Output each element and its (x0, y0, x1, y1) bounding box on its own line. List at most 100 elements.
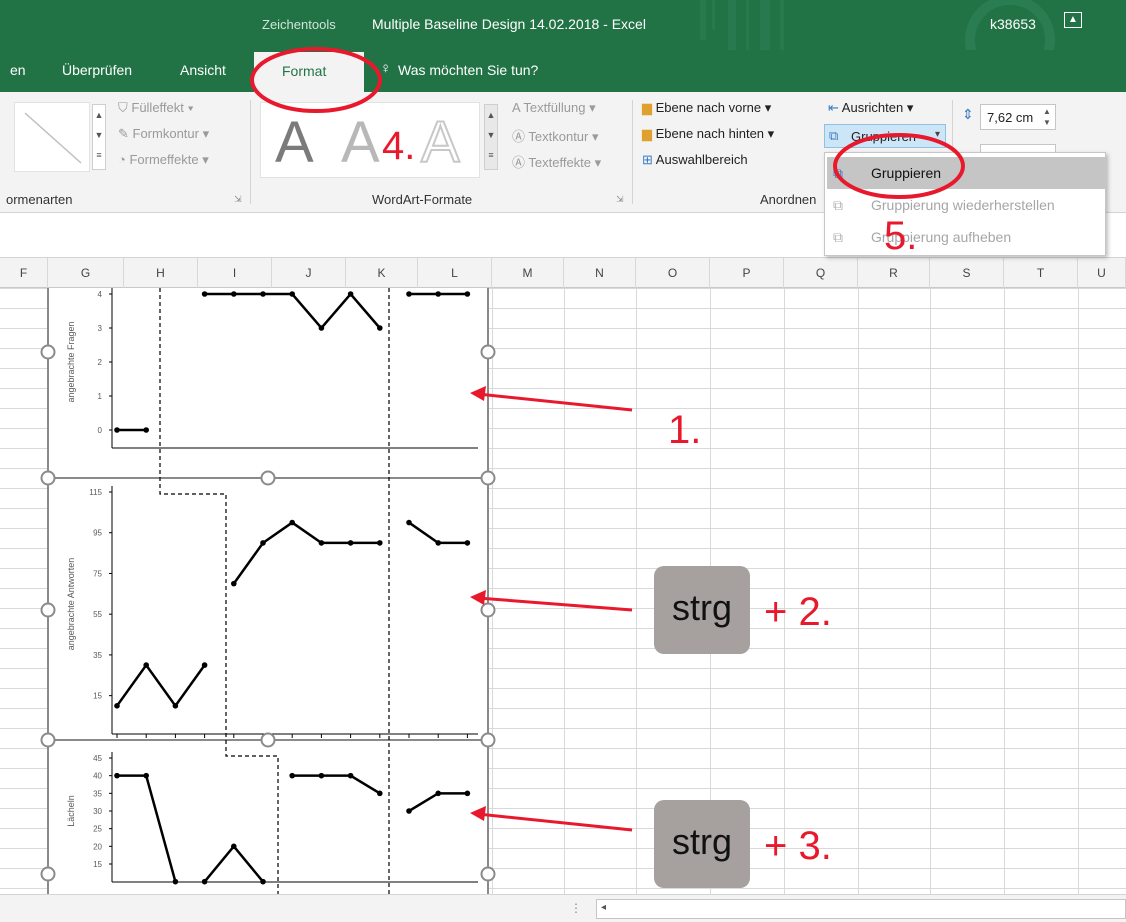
resize-handle (40, 732, 56, 748)
tab-view[interactable]: Ansicht (180, 62, 226, 78)
shape-effects-button[interactable]: ◔ Formeffekte ▾ (118, 152, 209, 168)
tab-review[interactable]: Überprüfen (62, 62, 132, 78)
menu-item-group[interactable]: ⧉ Gruppieren (827, 157, 1105, 189)
wordart-style-2[interactable]: A (341, 109, 380, 176)
data-point (143, 662, 149, 668)
data-point (201, 291, 208, 297)
y-tick-label: 4 (98, 290, 103, 299)
gallery-scroll[interactable]: ▲ ▼ ≡ (92, 104, 106, 170)
tell-me-input[interactable]: Was möchten Sie tun? (398, 62, 538, 78)
align-icon: ⇤ (828, 100, 842, 115)
data-point (289, 291, 296, 297)
chart-group[interactable]: 0 1 2 3 4 angebrachte Fragen 15 35 55 75 95 115 ange… (0, 258, 1126, 894)
data-point (289, 772, 296, 779)
wordart-group-label: WordArt-Formate (372, 192, 473, 207)
tab-partial[interactable]: en (10, 62, 26, 78)
y-tick-label: 45 (93, 754, 102, 763)
group-button[interactable]: ⧉ Gruppieren ▾ (824, 124, 946, 148)
y-tick-label: 1 (98, 392, 103, 401)
data-point (201, 878, 208, 885)
align-button[interactable]: ⇤ Ausrichten ▾ (828, 100, 913, 116)
y-axis-label: Lächeln (66, 795, 76, 827)
chart-frame (47, 288, 489, 479)
status-bar: ⋮ ◂ (0, 894, 1126, 922)
ribbon-display-options-icon[interactable]: ▲ (1064, 12, 1082, 28)
y-tick-label: 95 (93, 529, 102, 538)
group-button-label: Gruppieren (851, 129, 917, 144)
selection-pane-icon: ⊞ (642, 152, 656, 167)
resize-handle (480, 602, 496, 618)
data-point (114, 427, 120, 433)
text-effects-button[interactable]: Ⓐ Texteffekte ▾ (512, 152, 601, 171)
shape-height-input[interactable]: 7,62 cm ▲ ▼ (980, 104, 1056, 130)
group-separator (632, 100, 633, 204)
data-point (347, 291, 354, 297)
data-point (172, 878, 179, 885)
menu-item-ungroup[interactable]: ⧉ Gruppierung aufheben (827, 221, 1105, 253)
y-tick-label: 2 (98, 358, 103, 367)
resize-handle (260, 732, 276, 748)
wordart-style-1[interactable]: A (275, 109, 314, 176)
resize-handle (40, 602, 56, 618)
data-point (260, 291, 266, 297)
y-tick-label: 115 (89, 488, 102, 497)
step-5-label: 5. (884, 214, 918, 258)
data-point (435, 540, 442, 546)
y-tick-label: 3 (98, 324, 103, 333)
line-style-icon (24, 112, 82, 164)
selection-pane-button[interactable]: ⊞ Auswahlbereich (642, 152, 748, 168)
wordart-style-3[interactable]: A (420, 109, 461, 176)
group-icon: ⧉ (829, 128, 839, 143)
key-strg-badge: strg (654, 800, 750, 888)
resize-handle (40, 470, 56, 486)
chart-frame (47, 739, 489, 894)
send-backward-button[interactable]: ▆ Ebene nach hinten ▾ (642, 126, 774, 142)
y-axis-label: angebrachte Fragen (66, 321, 76, 402)
step-2-label: + 2. (764, 590, 832, 634)
wordart-gallery-scroll[interactable]: ▲ ▼ ≡ (484, 104, 498, 170)
ungroup-icon: ⧉ (833, 229, 843, 245)
dialog-launcher-icon[interactable]: ⇲ (234, 194, 242, 205)
y-tick-label: 35 (93, 789, 102, 798)
data-point (464, 540, 471, 546)
split-handle-icon[interactable]: ⋮ (570, 901, 582, 915)
excel-window: Zeichentools Multiple Baseline Design 14… (0, 0, 1126, 922)
data-point (201, 662, 208, 668)
group-separator (250, 100, 251, 204)
height-spinner[interactable]: ▲ ▼ (1043, 106, 1051, 128)
data-point (114, 772, 120, 779)
chart-frame (47, 477, 489, 741)
arrange-group-label: Anordnen (760, 192, 817, 207)
horizontal-scrollbar[interactable]: ◂ (596, 899, 1126, 919)
y-tick-label: 25 (93, 825, 102, 834)
key-strg-badge: strg (654, 566, 750, 654)
resize-handle (260, 470, 276, 486)
title-bar: Zeichentools Multiple Baseline Design 14… (0, 0, 1126, 85)
y-tick-label: 75 (93, 569, 102, 578)
data-point (231, 291, 237, 297)
wordart-gallery[interactable]: A A A (260, 102, 480, 178)
user-name[interactable]: k38653 (990, 16, 1036, 32)
data-point (143, 772, 149, 779)
data-point (464, 790, 471, 797)
shape-style-preview[interactable] (14, 102, 90, 172)
data-point (377, 540, 383, 546)
shape-styles-group-label: ormenarten (6, 192, 73, 207)
step-4-label: 4. (382, 124, 416, 168)
resize-handle (40, 866, 56, 882)
resize-handle (40, 344, 56, 360)
lightbulb-icon: ♀ (380, 60, 392, 77)
dialog-launcher-icon[interactable]: ⇲ (616, 194, 624, 205)
bring-forward-button[interactable]: ▆ Ebene nach vorne ▾ (642, 100, 771, 116)
pencil-icon: ✎ (118, 126, 133, 141)
menu-item-regroup[interactable]: ⧉ Gruppierung wiederherstellen (827, 189, 1105, 221)
scroll-left-icon[interactable]: ◂ (601, 902, 606, 913)
shape-outline-button[interactable]: ✎ Formkontur ▾ (118, 126, 209, 142)
data-point (289, 519, 296, 526)
resize-handle (480, 470, 496, 486)
text-outline-button[interactable]: Ⓐ Textkontur ▾ (512, 126, 599, 145)
y-tick-label: 55 (93, 610, 102, 619)
shape-fill-button[interactable]: ⛉ Fülleffekt ▾ (118, 100, 194, 116)
tab-format[interactable]: Format (254, 52, 364, 92)
text-fill-button[interactable]: A Textfüllung ▾ (512, 100, 596, 116)
